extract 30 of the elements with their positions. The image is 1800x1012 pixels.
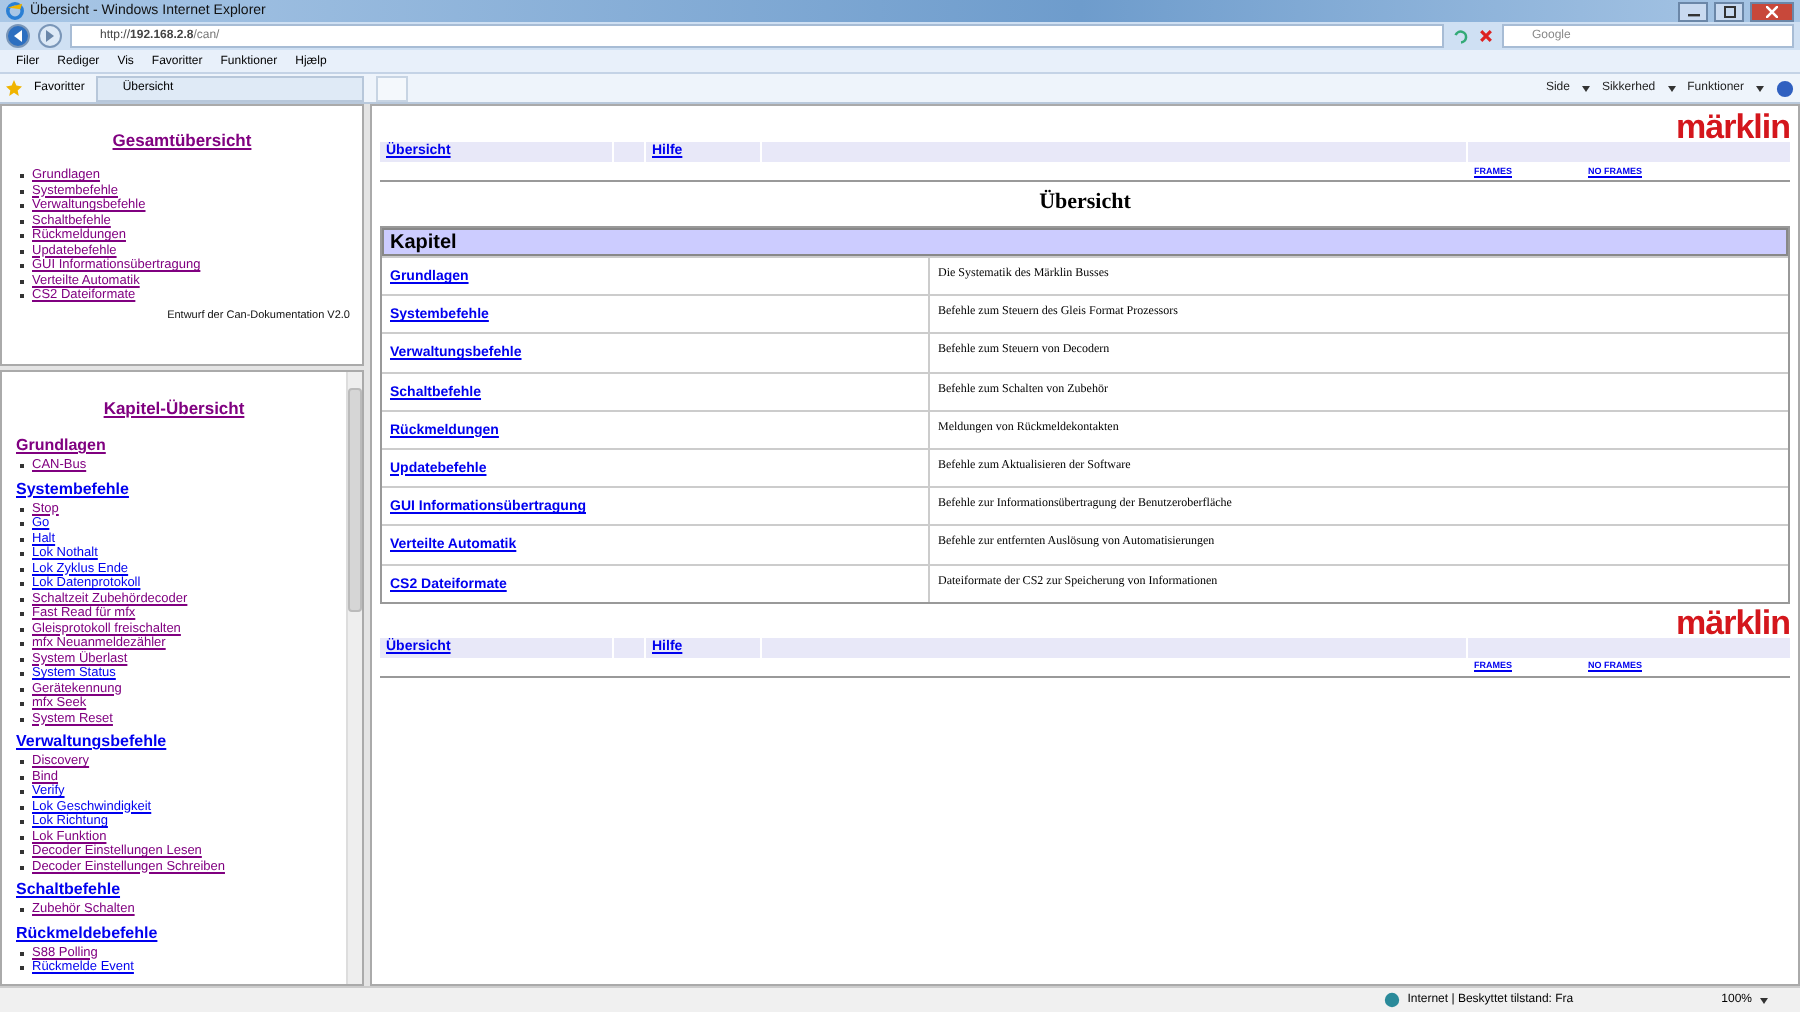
globe-icon: [1383, 992, 1400, 1008]
close-button[interactable]: [1750, 1, 1794, 21]
back-arrow-icon: [12, 30, 24, 42]
star-icon[interactable]: [6, 80, 22, 96]
brand-logo: märklin: [1676, 607, 1790, 638]
section-link[interactable]: Grundlagen: [16, 436, 346, 454]
section-link[interactable]: Verwaltungsbefehle: [16, 732, 346, 750]
table-header: Kapitel: [382, 228, 1788, 256]
scrollbar[interactable]: [346, 372, 362, 984]
close-icon: [1766, 5, 1778, 17]
section-link[interactable]: Rückmeldebefehle: [16, 923, 346, 941]
forward-arrow-icon: [44, 30, 56, 42]
caret-icon[interactable]: [1760, 997, 1768, 1003]
caret-icon[interactable]: [1581, 85, 1590, 91]
maximize-button[interactable]: [1714, 1, 1744, 21]
frame-title-link[interactable]: Gesamtübersicht: [112, 130, 252, 150]
maximize-icon: [1723, 5, 1735, 17]
page-heading: Übersicht: [1037, 190, 1133, 214]
caret-icon[interactable]: [1756, 85, 1764, 91]
back-button[interactable]: [6, 24, 30, 48]
browser-logo-icon: [6, 2, 24, 20]
frame-title-link[interactable]: Kapitel-Übersicht: [103, 398, 245, 418]
stop-icon[interactable]: [1478, 28, 1494, 44]
help-icon[interactable]: [1776, 79, 1794, 97]
caret-icon[interactable]: [1667, 85, 1676, 91]
minimize-button[interactable]: [1678, 1, 1708, 21]
brand-logo: märklin: [1676, 112, 1790, 142]
section-link[interactable]: Schaltbefehle: [16, 880, 346, 898]
section-link[interactable]: Systembefehle: [16, 479, 346, 497]
forward-button[interactable]: [38, 24, 62, 48]
